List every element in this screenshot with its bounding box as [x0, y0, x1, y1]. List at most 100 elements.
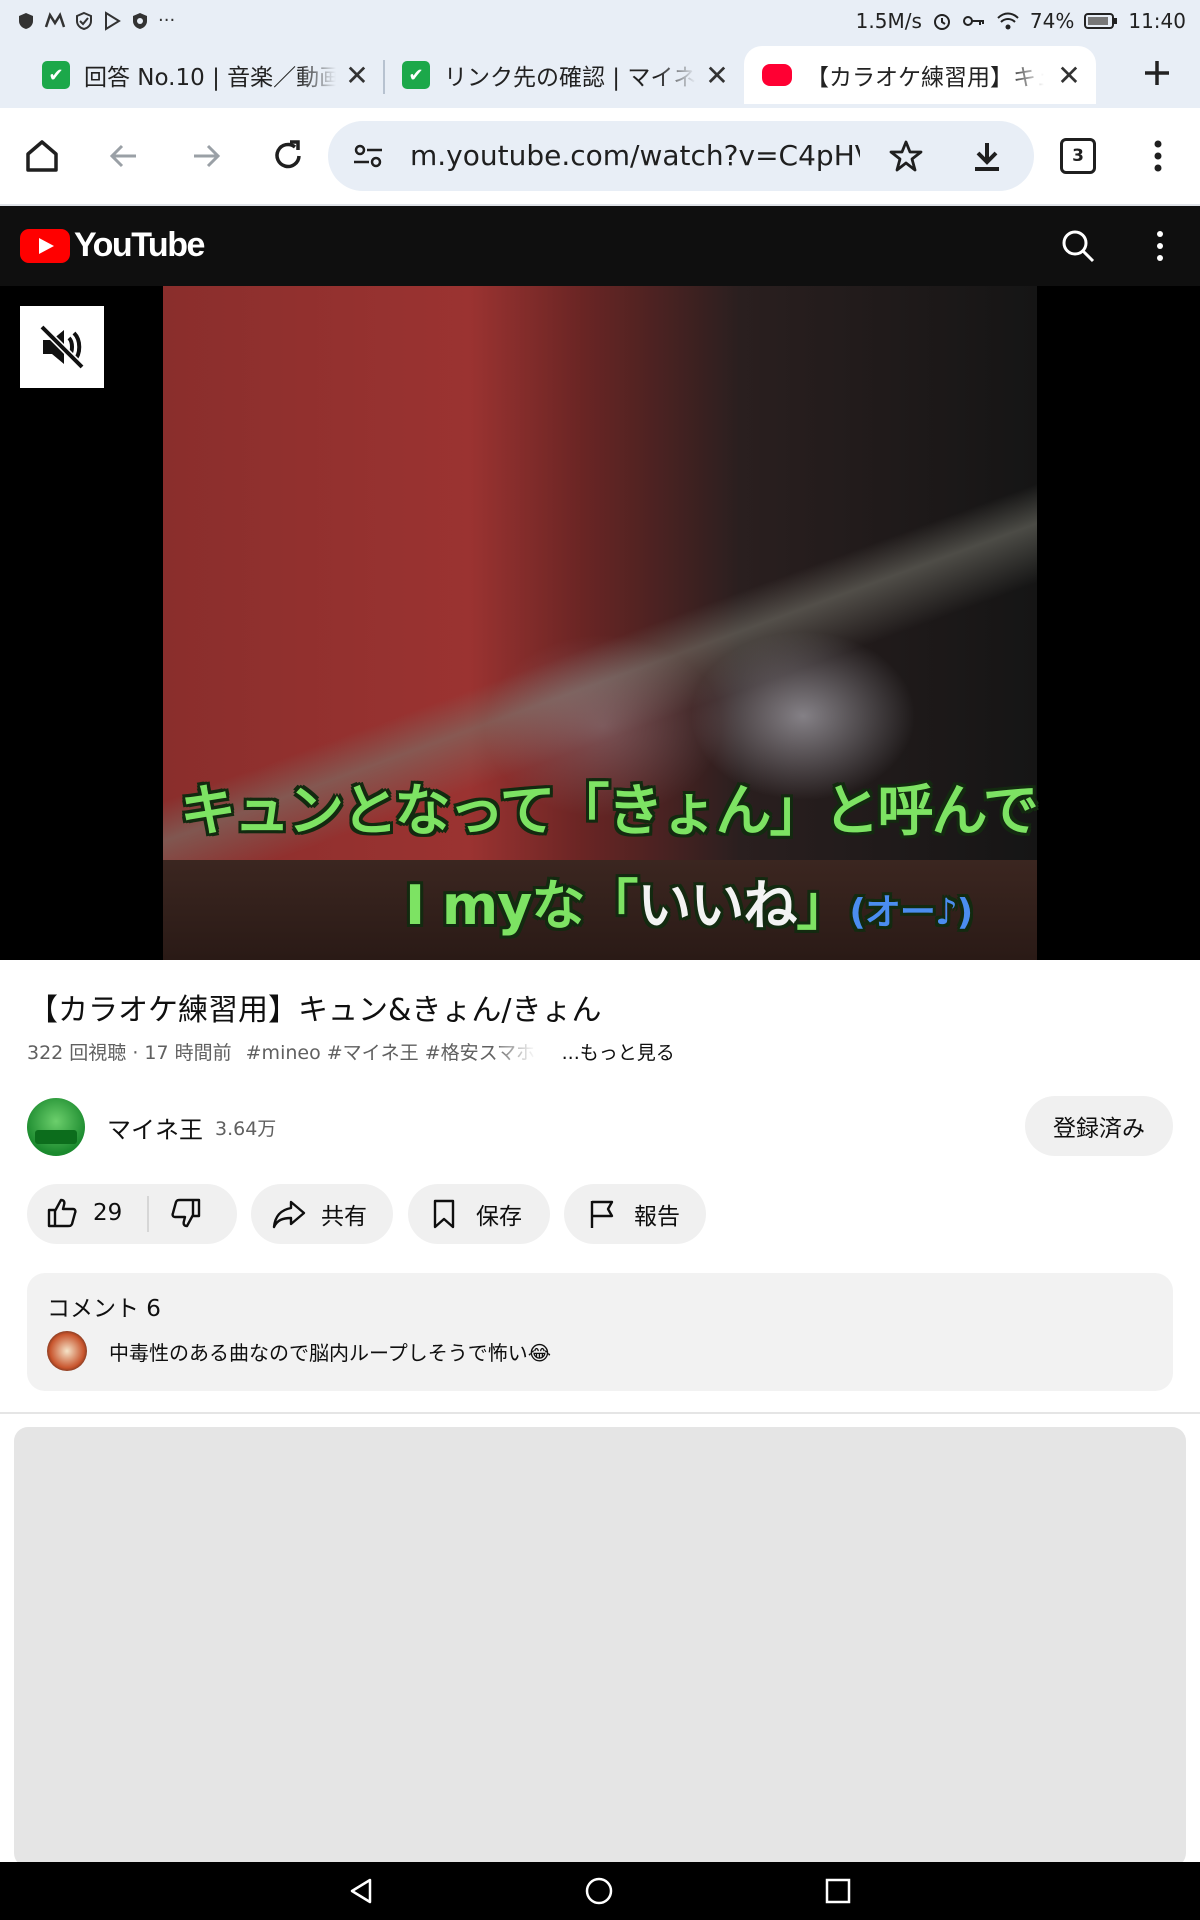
like-dislike-chip: 29 [27, 1184, 237, 1244]
key-icon [962, 16, 984, 26]
chip-divider [147, 1196, 149, 1232]
status-icons-left: ··· [16, 8, 175, 34]
share-label: 共有 [321, 1204, 367, 1230]
site-settings-icon[interactable] [352, 141, 384, 171]
close-icon[interactable]: ✕ [342, 59, 372, 92]
video-title[interactable]: 【カラオケ練習用】キュン&きょん/きょん [28, 985, 602, 1029]
shield-check-icon [76, 11, 92, 31]
subscribed-button[interactable]: 登録済み [1025, 1096, 1173, 1156]
like-count: 29 [93, 1200, 123, 1226]
youtube-play-icon [20, 228, 70, 263]
arrow-right-icon [194, 144, 221, 168]
content-placeholder [14, 1427, 1186, 1867]
report-label: 報告 [634, 1204, 680, 1230]
vpn-icon [133, 13, 147, 29]
status-bar: ··· 1.5M/s 74% 11:40 [0, 0, 1200, 42]
status-icons-right: 1.5M/s 74% 11:40 [856, 8, 1186, 34]
views-and-time: 322 回視聴 · 17 時間前 [27, 1042, 232, 1064]
tab-count-icon: 3 [1060, 138, 1096, 174]
lyric-segment: 」 [796, 874, 850, 937]
like-button[interactable]: 29 [45, 1196, 122, 1230]
lyric-line-1: キュンとなって「きょん」と呼んで [180, 779, 1039, 844]
lyric-segment-note: (オー♪) [849, 892, 973, 933]
browser-toolbar: m.youtube.com/watch?v=C4pHVkA4r 3 [0, 108, 1200, 206]
tab-title: リンク先の確認 | マイネ王 [444, 65, 696, 91]
mail-icon [44, 12, 66, 28]
search-icon[interactable] [1060, 228, 1096, 264]
bookmark-icon [433, 1199, 455, 1229]
youtube-wordmark: YouTube [74, 226, 205, 264]
volume-off-icon [39, 324, 85, 370]
system-nav-bar [0, 1862, 1200, 1920]
flag-icon [590, 1200, 614, 1228]
tab-count: 3 [1072, 146, 1084, 166]
mineo-icon: ✔ [402, 61, 430, 89]
nav-back-icon[interactable] [346, 1876, 376, 1906]
clock: 11:40 [1128, 9, 1186, 33]
lyric-segment-highlight: いいね [637, 874, 797, 937]
dislike-button[interactable] [169, 1196, 203, 1236]
channel-name[interactable]: マイネ王 [107, 1110, 203, 1145]
alarm-icon [933, 14, 950, 30]
tab-youtube[interactable]: 【カラオケ練習用】キュン&きょん/きょん ✕ [744, 46, 1096, 104]
video-meta[interactable]: 322 回視聴 · 17 時間前 #mineo #マイネ王 #格安スマホ ...… [27, 1038, 675, 1065]
nav-home-icon[interactable] [584, 1876, 614, 1906]
close-icon[interactable]: ✕ [1054, 59, 1084, 92]
tab-title: 回答 No.10 | 音楽／動画 [84, 65, 336, 91]
tab-link-check[interactable]: ✔ リンク先の確認 | マイネ王 ✕ [384, 46, 744, 104]
nav-recents-icon[interactable] [823, 1876, 853, 1906]
home-button[interactable] [16, 130, 68, 182]
youtube-logo[interactable]: YouTube [20, 226, 205, 265]
back-button[interactable] [98, 130, 150, 182]
more-vert-icon[interactable] [1154, 228, 1166, 264]
battery-percent: 74% [1029, 9, 1075, 33]
more-vert-icon [1154, 140, 1162, 172]
address-bar[interactable]: m.youtube.com/watch?v=C4pHVkA4r [328, 121, 1034, 191]
comments-section[interactable]: コメント 6 中毒性のある曲なので脳内ループしそうで怖い😂 [27, 1273, 1173, 1391]
tab-title: 【カラオケ練習用】キュン&きょん/きょん [806, 65, 1044, 91]
battery-icon [1084, 13, 1118, 29]
youtube-icon [762, 64, 792, 86]
subscriber-count: 3.64万 [215, 1118, 277, 1140]
forward-button[interactable] [180, 130, 232, 182]
lyric-segment: I myな「 [405, 874, 638, 937]
unmute-button[interactable] [20, 306, 104, 388]
net-speed: 1.5M/s [855, 9, 922, 33]
close-icon[interactable]: ✕ [702, 59, 732, 92]
mineo-icon: ✔ [42, 61, 70, 89]
commenter-avatar [47, 1331, 87, 1371]
wifi-icon [997, 12, 1019, 30]
thumb-up-icon [47, 1198, 77, 1228]
top-comment: 中毒性のある曲なので脳内ループしそうで怖い😂 [109, 1341, 552, 1365]
report-button[interactable]: 報告 [564, 1184, 706, 1244]
more-notifications-label: ··· [158, 10, 176, 31]
home-icon [26, 140, 58, 172]
save-button[interactable]: 保存 [408, 1184, 550, 1244]
arrow-left-icon [109, 144, 136, 168]
tab-switcher-button[interactable]: 3 [1052, 130, 1104, 182]
plus-icon [1145, 61, 1169, 85]
new-tab-button[interactable] [1140, 54, 1174, 100]
share-icon [272, 1200, 306, 1229]
download-icon[interactable] [970, 139, 1004, 173]
video-player[interactable]: キュンとなって「きょん」と呼んで I myな「いいね」(オー♪) [0, 286, 1200, 960]
share-button[interactable]: 共有 [251, 1184, 393, 1244]
save-label: 保存 [476, 1204, 522, 1230]
reload-icon [275, 140, 301, 169]
url-text[interactable]: m.youtube.com/watch?v=C4pHVkA4r [410, 139, 860, 172]
section-divider [0, 1412, 1200, 1414]
show-more-link[interactable]: ...もっと見る [562, 1038, 675, 1065]
channel-avatar[interactable] [27, 1098, 85, 1156]
reload-button[interactable] [262, 130, 314, 182]
play-store-icon [105, 11, 121, 31]
bookmark-star-icon[interactable] [888, 139, 924, 173]
video-frame [163, 286, 1037, 960]
browser-menu-button[interactable] [1132, 130, 1184, 182]
video-tags: #mineo #マイネ王 #格安スマホ [245, 1042, 536, 1064]
comments-header: コメント 6 [47, 1296, 161, 1322]
avatar-banner [35, 1130, 77, 1144]
thumb-down-icon [171, 1198, 201, 1228]
channel-row: マイネ王 3.64万 登録済み [27, 1096, 1173, 1156]
tab-answer[interactable]: ✔ 回答 No.10 | 音楽／動画 ✕ [24, 46, 384, 104]
lyric-line-2: I myな「いいね」(オー♪) [405, 861, 973, 940]
